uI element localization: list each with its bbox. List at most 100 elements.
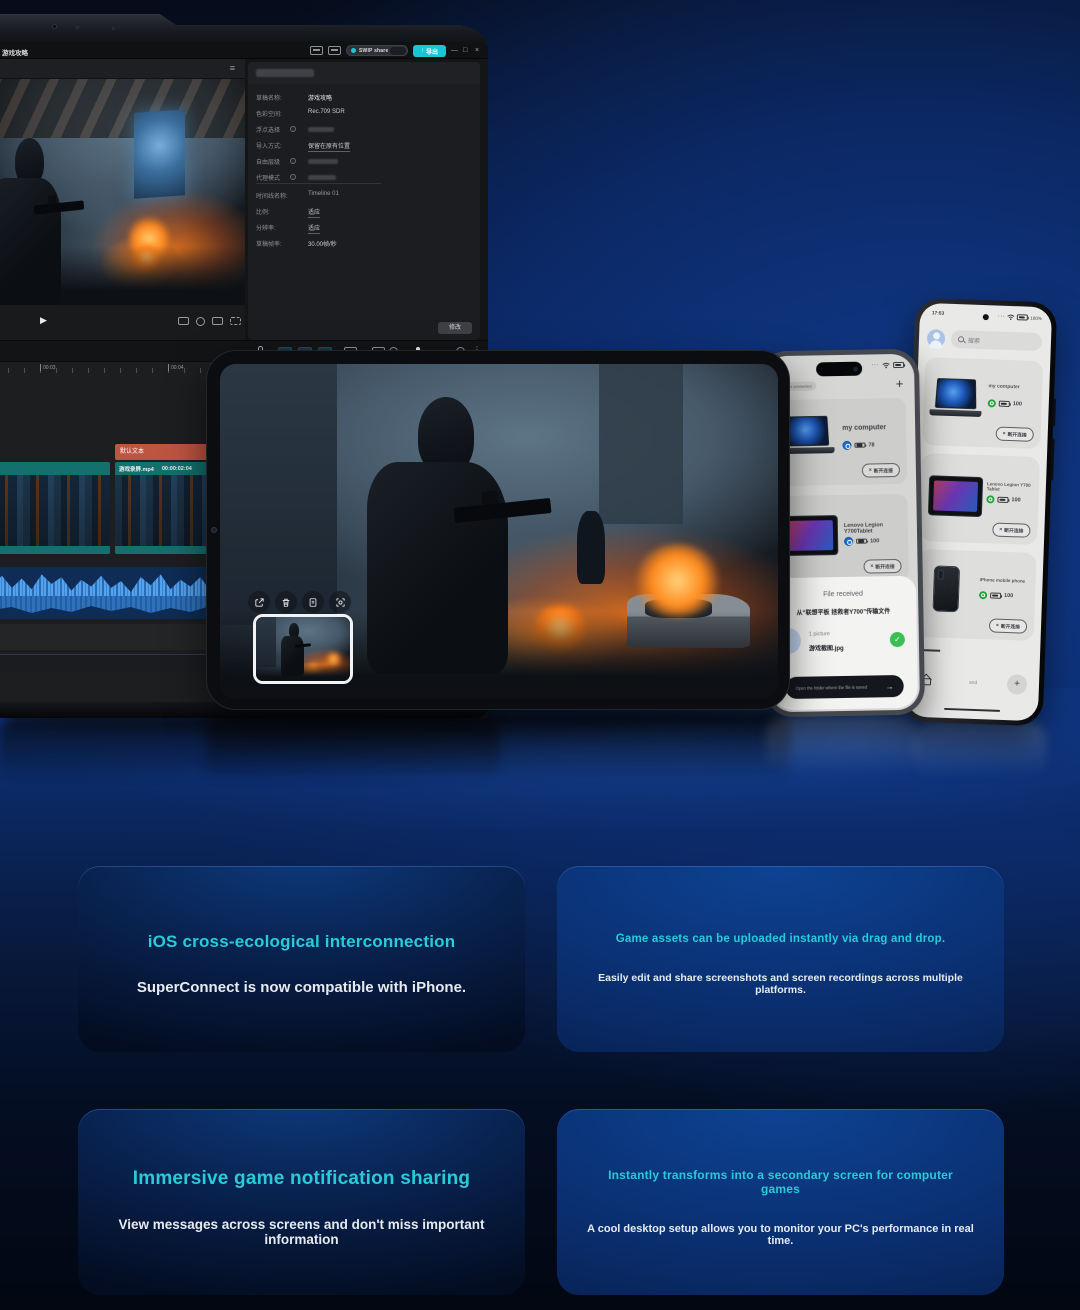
close-button[interactable]: × bbox=[475, 46, 479, 55]
power-button bbox=[1052, 399, 1056, 427]
property-row: 时间线名称: Timeline 01 bbox=[256, 191, 472, 203]
battery-icon bbox=[990, 593, 1001, 599]
close-icon: × bbox=[1003, 431, 1006, 437]
device-card-iphone[interactable]: iPhone mobile phone 100 × 断开连接 bbox=[916, 549, 1037, 641]
wifi-icon bbox=[1007, 314, 1015, 320]
connected-icon bbox=[986, 495, 994, 503]
add-device-button[interactable]: + bbox=[1007, 674, 1028, 695]
layout-panel-icon[interactable] bbox=[310, 46, 323, 55]
sheet-source-line: 从“联想平板 拯救者Y700”传输文件 bbox=[770, 606, 916, 618]
export-button[interactable]: ↑ 导出 bbox=[413, 45, 446, 57]
panel-divider bbox=[256, 183, 381, 184]
delete-button[interactable] bbox=[275, 591, 297, 613]
property-row: 草稿名称: 游戏攻略 bbox=[256, 93, 472, 105]
device-card-computer[interactable]: my computer 100 × 断开连接 bbox=[922, 357, 1043, 449]
battery-percent: 100% bbox=[1030, 315, 1042, 320]
edit-note-button[interactable] bbox=[302, 591, 324, 613]
feature-title: Game assets can be uploaded instantly vi… bbox=[616, 933, 945, 945]
feature-card-upload: Game assets can be uploaded instantly vi… bbox=[557, 866, 1004, 1052]
property-row: 色彩空间: Rec.709 SDR bbox=[256, 109, 472, 121]
disconnect-button[interactable]: × 断开连接 bbox=[863, 559, 901, 574]
add-device-button[interactable]: + bbox=[896, 376, 904, 391]
fullscreen-icon[interactable] bbox=[230, 317, 241, 325]
layout-switch-icon[interactable] bbox=[328, 46, 341, 55]
connected-icon bbox=[842, 441, 851, 450]
wifi-icon bbox=[882, 362, 890, 368]
front-camera-icon bbox=[853, 366, 858, 371]
battery-icon bbox=[1017, 314, 1028, 320]
preview-controls: ▶ bbox=[0, 305, 245, 340]
search-placeholder: 搜索 bbox=[968, 335, 980, 344]
share-status-icon bbox=[351, 48, 356, 53]
feature-subtitle: A cool desktop setup allows you to monit… bbox=[587, 1223, 974, 1247]
close-icon: × bbox=[996, 623, 999, 629]
modify-button[interactable]: 修改 bbox=[438, 322, 472, 334]
avatar[interactable] bbox=[927, 329, 946, 348]
battery-icon bbox=[997, 497, 1008, 503]
disconnect-button[interactable]: × 断开连接 bbox=[989, 618, 1028, 633]
page: 游戏攻略 SWIP share ↑ 导出 — □ × ≡ bbox=[0, 0, 1080, 1310]
webcam-icon bbox=[52, 24, 57, 29]
feature-title: Instantly transforms into a secondary sc… bbox=[587, 1168, 974, 1196]
share-label: SWIP share bbox=[359, 48, 388, 54]
volume-button bbox=[1050, 438, 1054, 480]
connected-icon bbox=[844, 537, 853, 546]
editor-titlebar: 游戏攻略 SWIP share ↑ 导出 — □ × bbox=[0, 42, 488, 59]
preview-menu-icon[interactable]: ≡ bbox=[230, 63, 235, 73]
property-row: 草稿帧率: 30.00帧/秒 bbox=[256, 239, 472, 251]
connection-status: 100 bbox=[844, 536, 879, 546]
property-row: 自由层级i bbox=[256, 157, 472, 169]
close-icon: × bbox=[999, 527, 1002, 533]
export-up-icon: ↑ bbox=[421, 48, 424, 54]
signal-icon: ··· bbox=[998, 314, 1006, 320]
feature-subtitle: Easily edit and share screenshots and sc… bbox=[587, 972, 974, 996]
feature-title: Immersive game notification sharing bbox=[133, 1168, 470, 1190]
dynamic-island bbox=[816, 362, 862, 377]
front-camera-icon bbox=[983, 314, 989, 320]
disconnect-button[interactable]: × 断开连接 bbox=[862, 463, 900, 478]
status-icons: ··· 100% bbox=[998, 314, 1042, 322]
export-label: 导出 bbox=[426, 47, 438, 56]
feature-card-secondary-screen: Instantly transforms into a secondary sc… bbox=[557, 1109, 1004, 1295]
feature-title: iOS cross-ecological interconnection bbox=[148, 932, 456, 952]
info-icon: i bbox=[290, 158, 296, 164]
ratio-icon[interactable] bbox=[212, 317, 223, 325]
device-card-tablet[interactable]: Lenovo Legion Y700 Tablet 100 × 断开连接 bbox=[919, 453, 1040, 545]
connected-icon bbox=[988, 399, 996, 407]
screenshot-thumbnail[interactable] bbox=[253, 614, 353, 684]
swip-share-button[interactable]: SWIP share bbox=[346, 45, 408, 56]
ruler-mark: 00:03 bbox=[40, 364, 56, 371]
maximize-button[interactable]: □ bbox=[463, 46, 467, 55]
search-input[interactable]: 搜索 bbox=[951, 330, 1043, 351]
redacted-value bbox=[308, 159, 338, 164]
device-card-tablet[interactable]: Lenovo Legion Y700Tablet 100 × 断开连接 bbox=[775, 494, 908, 582]
tablet-camera-icon bbox=[211, 527, 217, 533]
quality-icon[interactable] bbox=[178, 317, 189, 325]
screenshot-button[interactable] bbox=[329, 591, 351, 613]
laptop-image bbox=[929, 375, 983, 421]
close-icon: × bbox=[869, 467, 872, 473]
open-folder-button[interactable]: Open the folder where the file is saved … bbox=[786, 675, 904, 699]
disconnect-button[interactable]: × 断开连接 bbox=[995, 427, 1034, 442]
property-row: 分辨率: 适应 bbox=[256, 223, 472, 235]
share-button[interactable] bbox=[248, 591, 270, 613]
info-icon: i bbox=[290, 126, 296, 132]
device-card-computer[interactable]: my computer 78 × 断开连接 bbox=[774, 398, 907, 486]
window-title: 游戏攻略 bbox=[2, 47, 28, 57]
play-button[interactable]: ▶ bbox=[40, 315, 47, 326]
status-time: 17:53 bbox=[932, 311, 944, 316]
minimize-button[interactable]: — bbox=[451, 46, 458, 55]
connection-status: 100 bbox=[986, 495, 1020, 504]
tablet-device bbox=[206, 350, 790, 710]
search-icon bbox=[958, 336, 964, 342]
laptop-lid-bezel bbox=[0, 14, 490, 42]
android-reflection bbox=[914, 722, 1046, 778]
battery-icon bbox=[999, 401, 1010, 407]
video-clip-segment[interactable] bbox=[0, 462, 110, 554]
disconnect-button[interactable]: × 断开连接 bbox=[992, 522, 1031, 537]
home-indicator[interactable] bbox=[944, 707, 1000, 711]
magnify-icon[interactable] bbox=[196, 317, 205, 326]
battery-icon bbox=[893, 362, 904, 368]
draft-properties-panel: 草稿名称: 游戏攻略 色彩空间: Rec.709 SDR 浮点选择i 导入方式:… bbox=[248, 62, 480, 340]
property-row: 浮点选择i bbox=[256, 125, 472, 137]
